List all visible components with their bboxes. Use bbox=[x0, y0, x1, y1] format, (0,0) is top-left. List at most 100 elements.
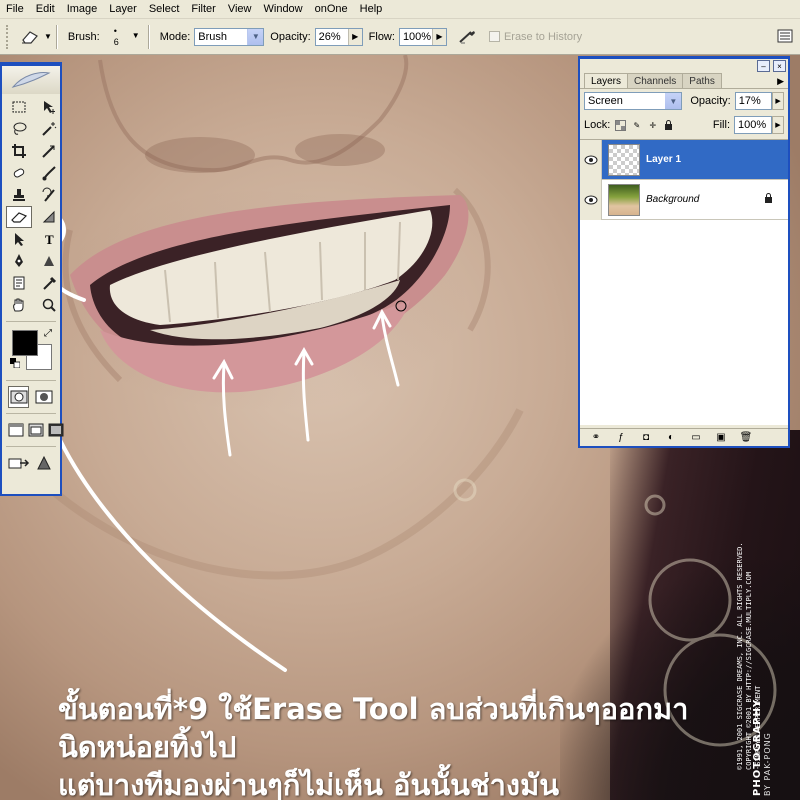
new-layer-icon[interactable]: ▣ bbox=[713, 432, 729, 443]
options-grip[interactable] bbox=[6, 24, 10, 49]
tab-channels[interactable]: Channels bbox=[627, 73, 684, 88]
path-selection-tool-icon[interactable] bbox=[6, 228, 32, 250]
standard-mode-icon[interactable] bbox=[8, 386, 30, 408]
foreground-color-swatch[interactable] bbox=[12, 330, 38, 356]
tutorial-caption: ขั้นตอนที่*9 ใช้Erase Tool ลบส่วนที่เกิน… bbox=[58, 690, 708, 800]
lasso-tool-icon[interactable] bbox=[6, 118, 32, 140]
eraser-tool-icon[interactable] bbox=[6, 206, 32, 228]
menu-layer[interactable]: Layer bbox=[103, 0, 143, 19]
default-colors-icon[interactable] bbox=[10, 358, 21, 369]
eraser-preset-icon[interactable] bbox=[18, 26, 42, 48]
jump-to-imageready-icon[interactable] bbox=[8, 452, 30, 474]
layer-name: Layer 1 bbox=[646, 154, 682, 165]
menu-filter[interactable]: Filter bbox=[185, 0, 221, 19]
flow-value: 100% bbox=[402, 30, 432, 43]
brand-line-2: BY PAK-PONG bbox=[763, 732, 772, 796]
slice-tool-icon[interactable] bbox=[36, 140, 62, 162]
mask-mode-row bbox=[2, 384, 60, 410]
menu-window[interactable]: Window bbox=[258, 0, 309, 19]
brush-picker[interactable]: • 6 ▼ bbox=[110, 25, 144, 49]
fill-field[interactable]: 100% bbox=[734, 116, 772, 134]
palette-well-icon[interactable] bbox=[776, 27, 794, 45]
menu-file[interactable]: File bbox=[0, 0, 30, 19]
brush-tip-icon: • bbox=[113, 25, 117, 36]
flow-label: Flow: bbox=[368, 30, 395, 43]
pen-tool-icon[interactable] bbox=[6, 250, 32, 272]
full-screen-menu-icon[interactable] bbox=[28, 419, 44, 441]
adjustment-layer-icon[interactable]: ◐ bbox=[663, 432, 679, 443]
clone-stamp-tool-icon[interactable] bbox=[6, 184, 32, 206]
palette-menu-icon[interactable]: ▶ bbox=[777, 73, 784, 88]
opacity-field[interactable]: 26% ▶ bbox=[314, 27, 363, 46]
add-mask-icon[interactable]: ◘ bbox=[638, 432, 654, 443]
minimize-icon[interactable]: – bbox=[757, 60, 770, 72]
menu-onone[interactable]: onOne bbox=[309, 0, 354, 19]
divider bbox=[6, 446, 56, 447]
layer-style-icon[interactable]: ƒ bbox=[613, 432, 629, 443]
layer-row-layer-1[interactable]: Layer 1 bbox=[580, 139, 788, 180]
magic-wand-tool-icon[interactable] bbox=[36, 118, 62, 140]
full-screen-icon[interactable] bbox=[48, 419, 64, 441]
triangle-right-icon[interactable]: ▶ bbox=[772, 92, 784, 110]
shape-tool-icon[interactable] bbox=[36, 250, 62, 272]
brand-line-1: PHOTOGRAPHY bbox=[752, 698, 763, 796]
close-icon[interactable]: × bbox=[773, 60, 786, 72]
gradient-tool-icon[interactable] bbox=[36, 206, 62, 228]
type-tool-icon[interactable]: T bbox=[36, 228, 62, 250]
triangle-right-icon[interactable]: ▶ bbox=[347, 28, 362, 45]
chevron-down-icon: ▼ bbox=[247, 28, 264, 45]
standard-screen-icon[interactable] bbox=[8, 419, 24, 441]
erase-to-history-checkbox[interactable] bbox=[488, 31, 500, 42]
marquee-tool-icon[interactable] bbox=[6, 96, 32, 118]
lock-image-icon[interactable]: ✎ bbox=[631, 120, 642, 131]
trash-icon[interactable]: 🗑 bbox=[738, 432, 754, 443]
menu-select[interactable]: Select bbox=[143, 0, 186, 19]
brush-label: Brush: bbox=[67, 30, 100, 43]
tab-layers[interactable]: Layers bbox=[584, 73, 629, 88]
triangle-right-icon[interactable]: ▶ bbox=[431, 28, 446, 45]
menu-help[interactable]: Help bbox=[354, 0, 389, 19]
lock-all-icon[interactable] bbox=[663, 120, 674, 131]
layer-row-background[interactable]: Background bbox=[580, 179, 788, 220]
history-brush-tool-icon[interactable] bbox=[36, 184, 62, 206]
menu-edit[interactable]: Edit bbox=[30, 0, 61, 19]
mode-select[interactable]: Brush ▼ bbox=[194, 27, 265, 46]
chevron-down-icon: ▼ bbox=[131, 30, 140, 40]
tab-paths[interactable]: Paths bbox=[682, 73, 722, 88]
airbrush-icon[interactable] bbox=[455, 26, 479, 48]
zoom-tool-icon[interactable] bbox=[36, 294, 62, 316]
hand-tool-icon[interactable] bbox=[6, 294, 32, 316]
layer-opacity-field[interactable]: 17% bbox=[734, 92, 773, 110]
layer-list: Layer 1 Background bbox=[580, 139, 788, 425]
preset-dropdown-arrow[interactable]: ▼ bbox=[44, 32, 52, 41]
crop-tool-icon[interactable] bbox=[6, 140, 32, 162]
blend-mode-select[interactable]: Screen ▼ bbox=[584, 92, 683, 110]
palette-titlebar[interactable]: – × bbox=[580, 59, 788, 73]
tools-header[interactable] bbox=[2, 66, 60, 94]
link-layers-icon[interactable]: ⚭ bbox=[588, 432, 604, 443]
eyedropper-tool-icon[interactable] bbox=[36, 272, 62, 294]
menu-image[interactable]: Image bbox=[61, 0, 104, 19]
healing-brush-tool-icon[interactable] bbox=[6, 162, 32, 184]
triangle-right-icon[interactable]: ▶ bbox=[772, 116, 784, 134]
flow-field[interactable]: 100% ▶ bbox=[398, 27, 447, 46]
move-tool-icon[interactable] bbox=[36, 96, 62, 118]
blend-row: Screen ▼ Opacity: 17% ▶ bbox=[580, 89, 788, 113]
feather-logo-icon bbox=[11, 72, 51, 88]
eye-icon[interactable] bbox=[580, 139, 602, 180]
divider bbox=[6, 380, 56, 381]
layer-thumbnail bbox=[608, 143, 640, 176]
new-group-icon[interactable]: ▭ bbox=[688, 432, 704, 443]
layers-footer: ⚭ ƒ ◘ ◐ ▭ ▣ 🗑 bbox=[580, 428, 788, 446]
notes-tool-icon[interactable] bbox=[6, 272, 32, 294]
quick-mask-mode-icon[interactable] bbox=[33, 386, 54, 408]
eye-icon[interactable] bbox=[580, 179, 602, 220]
chevron-down-icon: ▼ bbox=[665, 93, 682, 109]
lock-position-icon[interactable]: ✛ bbox=[647, 120, 658, 131]
brush-tool-icon[interactable] bbox=[36, 162, 62, 184]
lock-transparency-icon[interactable] bbox=[615, 119, 627, 131]
menu-view[interactable]: View bbox=[222, 0, 258, 19]
mode-label: Mode: bbox=[159, 30, 191, 43]
swap-colors-icon[interactable]: ⤢ bbox=[44, 328, 52, 339]
imageready-icon[interactable] bbox=[34, 452, 54, 474]
